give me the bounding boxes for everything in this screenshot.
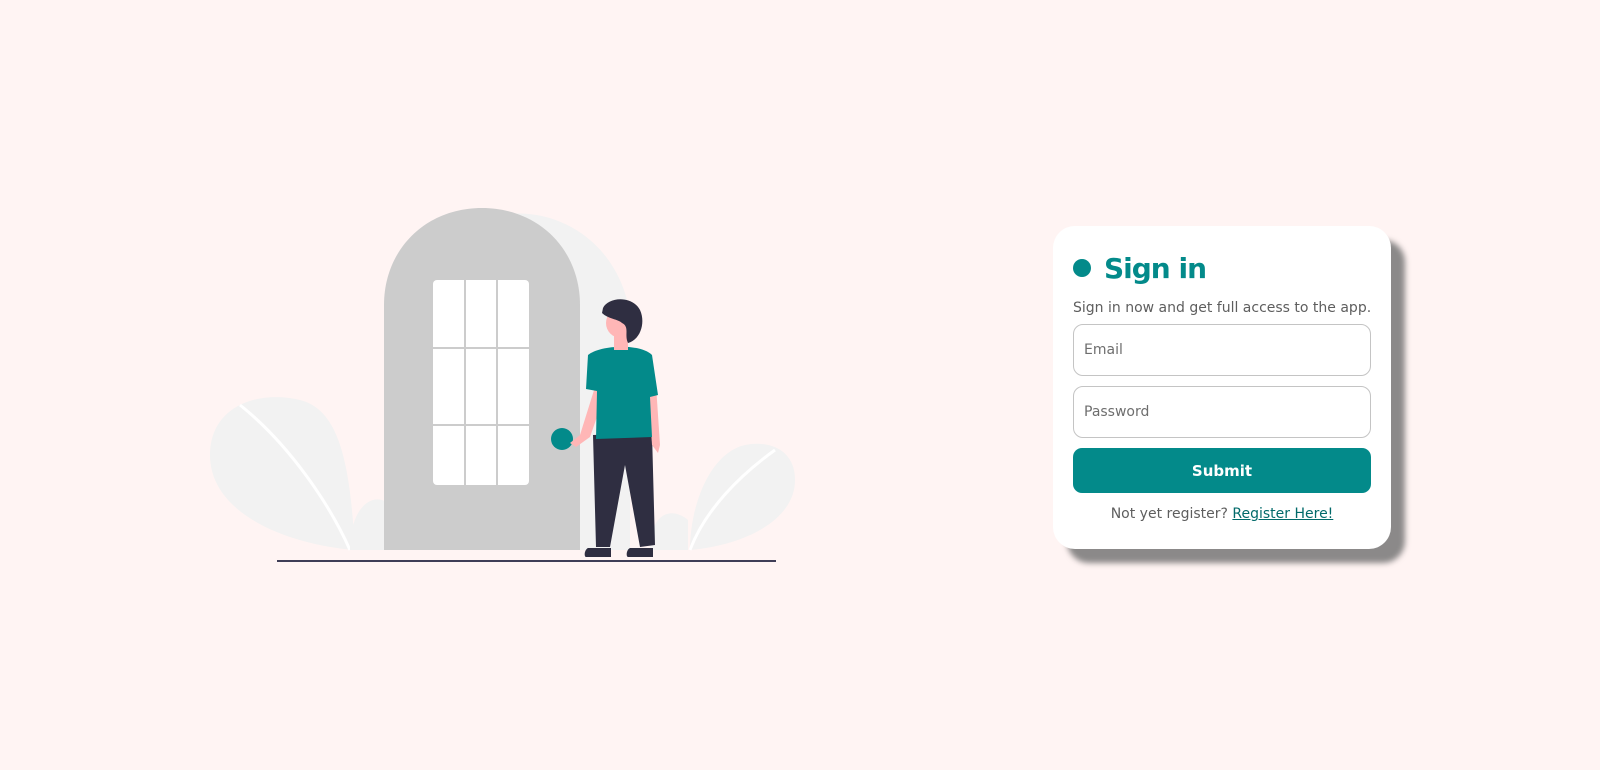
register-prompt: Not yet register?: [1110, 506, 1228, 522]
password-field[interactable]: [1073, 386, 1371, 438]
page-title: Sign in: [1104, 251, 1207, 285]
brand-dot-icon: [1073, 259, 1091, 277]
email-field[interactable]: [1073, 324, 1371, 376]
submit-button[interactable]: Submit: [1073, 448, 1371, 493]
right-leaf: [690, 443, 795, 550]
door-knob: [551, 428, 573, 450]
card-subtitle: Sign in now and get full access to the a…: [1073, 300, 1372, 316]
login-card: Sign in Sign in now and get full access …: [1053, 226, 1391, 549]
person-at-door-illustration: [210, 208, 795, 562]
login-page: Sign in Sign in now and get full access …: [0, 0, 1600, 770]
card-header: Sign in: [1073, 248, 1371, 288]
left-leaf: [210, 397, 355, 550]
register-link[interactable]: Register Here!: [1232, 506, 1333, 522]
register-row: Not yet register? Register Here!: [1073, 506, 1371, 522]
door-window: [433, 280, 529, 485]
